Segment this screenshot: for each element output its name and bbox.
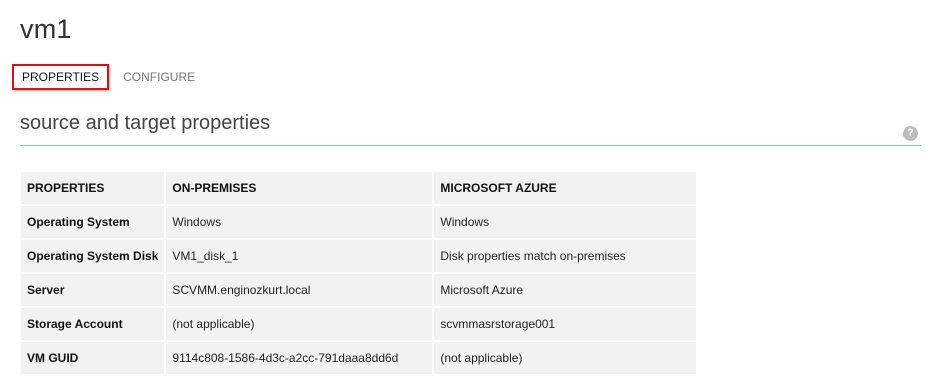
azure-value: Microsoft Azure: [434, 274, 697, 306]
column-header-microsoft-azure: MICROSOFT AZURE: [434, 172, 697, 204]
row-label: Storage Account: [21, 308, 167, 340]
on-premises-value: VM1_disk_1: [166, 240, 435, 272]
tab-configure[interactable]: CONFIGURE: [115, 65, 203, 89]
column-header-on-premises: ON-PREMISES: [166, 172, 435, 204]
row-label: Operating System: [21, 206, 167, 238]
column-header-properties: PROPERTIES: [21, 172, 167, 204]
on-premises-value: (not applicable): [166, 308, 435, 340]
table-row: Operating System Windows Windows: [21, 206, 697, 238]
row-label: VM GUID: [21, 342, 167, 374]
vm-detail-page: vm1 PROPERTIES CONFIGURE source and targ…: [0, 0, 941, 382]
on-premises-value: SCVMM.enginozkurt.local: [166, 274, 435, 306]
table-header-row: PROPERTIES ON-PREMISES MICROSOFT AZURE: [21, 172, 697, 204]
azure-value: (not applicable): [434, 342, 697, 374]
page-title: vm1: [20, 14, 72, 44]
properties-table: PROPERTIES ON-PREMISES MICROSOFT AZURE O…: [21, 170, 697, 376]
row-label: Server: [21, 274, 167, 306]
azure-value: Windows: [434, 206, 697, 238]
azure-value: scvmmasrstorage001: [434, 308, 697, 340]
azure-value: Disk properties match on-premises: [434, 240, 697, 272]
tab-properties[interactable]: PROPERTIES: [12, 64, 110, 90]
table-row: Server SCVMM.enginozkurt.local Microsoft…: [21, 274, 697, 306]
table-row: Operating System Disk VM1_disk_1 Disk pr…: [21, 240, 697, 272]
row-label: Operating System Disk: [21, 240, 167, 272]
section-title: source and target properties: [20, 112, 271, 134]
section-divider: [20, 145, 921, 146]
on-premises-value: Windows: [166, 206, 435, 238]
tab-bar: PROPERTIES CONFIGURE: [12, 64, 203, 90]
table-row: Storage Account (not applicable) scvmmas…: [21, 308, 697, 340]
table-row: VM GUID 9114c808-1586-4d3c-a2cc-791daaa8…: [21, 342, 697, 374]
question-icon[interactable]: ?: [903, 126, 918, 141]
on-premises-value: 9114c808-1586-4d3c-a2cc-791daaa8dd6d: [166, 342, 435, 374]
